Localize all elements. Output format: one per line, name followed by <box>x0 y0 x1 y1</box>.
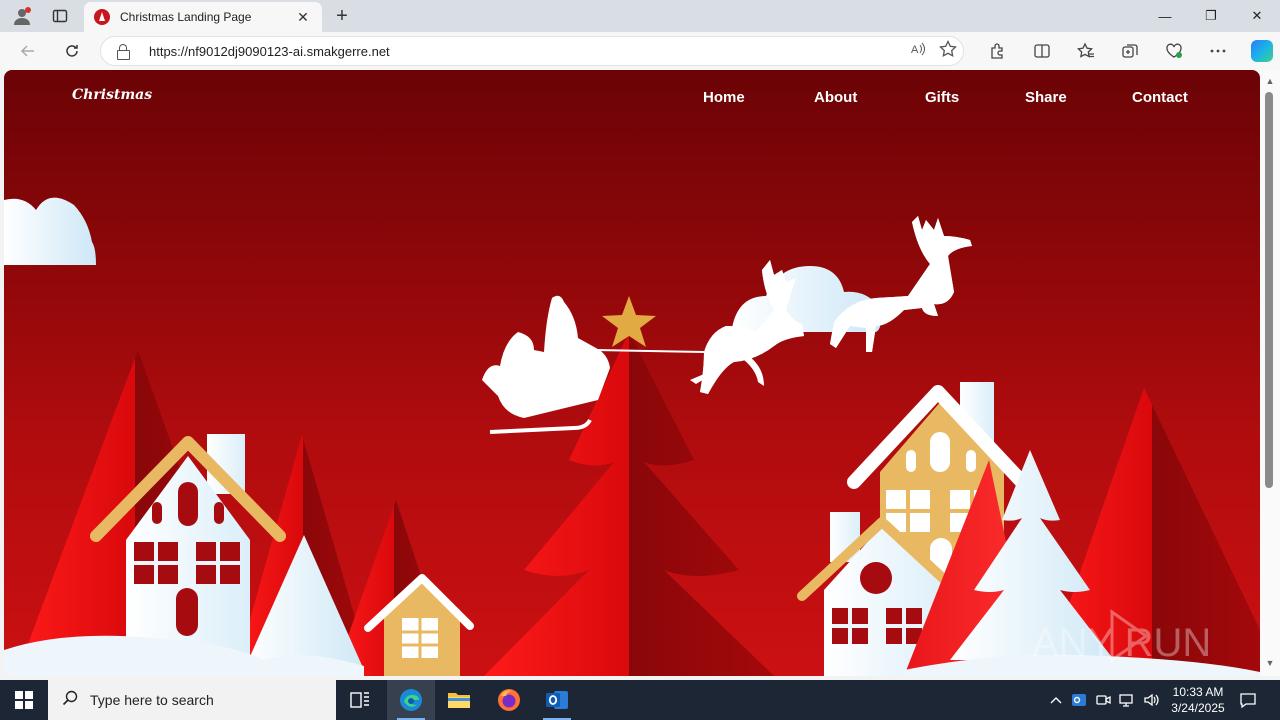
address-bar[interactable]: https://nf9012dj9090123-ai.smakgerre.net… <box>100 36 964 66</box>
svg-text:ANY RUN: ANY RUN <box>1032 621 1211 665</box>
nav-about[interactable]: About <box>814 89 857 106</box>
copilot-icon[interactable] <box>1240 37 1280 65</box>
outlook-icon[interactable] <box>533 680 581 720</box>
nav-contact[interactable]: Contact <box>1132 89 1188 106</box>
lock-icon[interactable] <box>117 44 130 60</box>
clock-time: 10:33 AM <box>1172 685 1224 699</box>
split-screen-icon[interactable] <box>1020 37 1064 65</box>
page-scrollbar[interactable]: ▲ ▼ <box>1260 70 1280 676</box>
cloud-left <box>4 197 96 265</box>
svg-text:A: A <box>911 44 919 56</box>
reload-icon[interactable] <box>58 37 86 65</box>
active-tab[interactable]: Christmas Landing Page ✕ <box>84 2 322 32</box>
scroll-down-icon[interactable]: ▼ <box>1264 658 1276 670</box>
restore-button[interactable]: ❐ <box>1188 0 1234 32</box>
task-view-icon[interactable] <box>336 680 384 720</box>
windows-start-icon[interactable] <box>0 680 48 720</box>
firefox-icon[interactable] <box>485 680 533 720</box>
site-favicon-icon <box>94 9 110 25</box>
more-icon[interactable] <box>1196 37 1240 65</box>
taskbar-search[interactable]: Type here to search <box>48 680 336 720</box>
url-text[interactable]: https://nf9012dj9090123-ai.smakgerre.net <box>149 44 903 59</box>
show-hidden-icons[interactable] <box>1046 680 1066 720</box>
file-explorer-icon[interactable] <box>435 680 483 720</box>
minimize-button[interactable]: — <box>1142 0 1188 32</box>
nav-home[interactable]: Home <box>703 89 745 106</box>
volume-icon[interactable] <box>1140 680 1162 720</box>
extensions-icon[interactable] <box>976 37 1020 65</box>
scroll-thumb[interactable] <box>1265 92 1273 488</box>
profile-icon[interactable] <box>8 4 36 28</box>
close-window-button[interactable]: ✕ <box>1234 0 1280 32</box>
search-placeholder: Type here to search <box>90 692 214 708</box>
nav-share[interactable]: Share <box>1025 89 1067 106</box>
tab-title: Christmas Landing Page <box>120 10 252 24</box>
scroll-up-icon[interactable]: ▲ <box>1264 76 1276 88</box>
tab-strip: Christmas Landing Page ✕ + — ❐ ✕ <box>0 0 1280 32</box>
search-icon <box>62 690 78 711</box>
page-viewport: ANY RUN Christmas Home About Gifts Share… <box>4 70 1260 676</box>
favorite-star-icon[interactable] <box>933 39 963 62</box>
santa-sleigh-silhouette <box>482 216 972 434</box>
favorites-icon[interactable] <box>1064 37 1108 65</box>
tab-actions-icon[interactable] <box>46 4 74 28</box>
back-icon[interactable] <box>14 37 42 65</box>
clock-date: 3/24/2025 <box>1171 701 1225 715</box>
browser-toolbar: https://nf9012dj9090123-ai.smakgerre.net… <box>0 32 1280 70</box>
outlook-tray-icon[interactable] <box>1068 680 1090 720</box>
collections-icon[interactable] <box>1108 37 1152 65</box>
close-tab-icon[interactable]: ✕ <box>294 9 312 26</box>
network-icon[interactable] <box>1116 680 1138 720</box>
christmas-hero-illustration: ANY RUN <box>4 197 1260 676</box>
windows-taskbar: Type here to search 10:33 AM 3/24/2025 <box>0 680 1280 720</box>
meet-now-icon[interactable] <box>1092 680 1114 720</box>
edge-icon[interactable] <box>387 680 435 720</box>
read-aloud-icon[interactable]: A <box>903 41 933 61</box>
browser-essentials-icon[interactable] <box>1152 37 1196 65</box>
taskbar-clock[interactable]: 10:33 AM 3/24/2025 <box>1162 684 1234 716</box>
nav-gifts[interactable]: Gifts <box>925 89 959 106</box>
site-logo[interactable]: Christmas <box>72 87 152 103</box>
notifications-icon[interactable] <box>1234 680 1262 720</box>
new-tab-button[interactable]: + <box>328 4 356 28</box>
